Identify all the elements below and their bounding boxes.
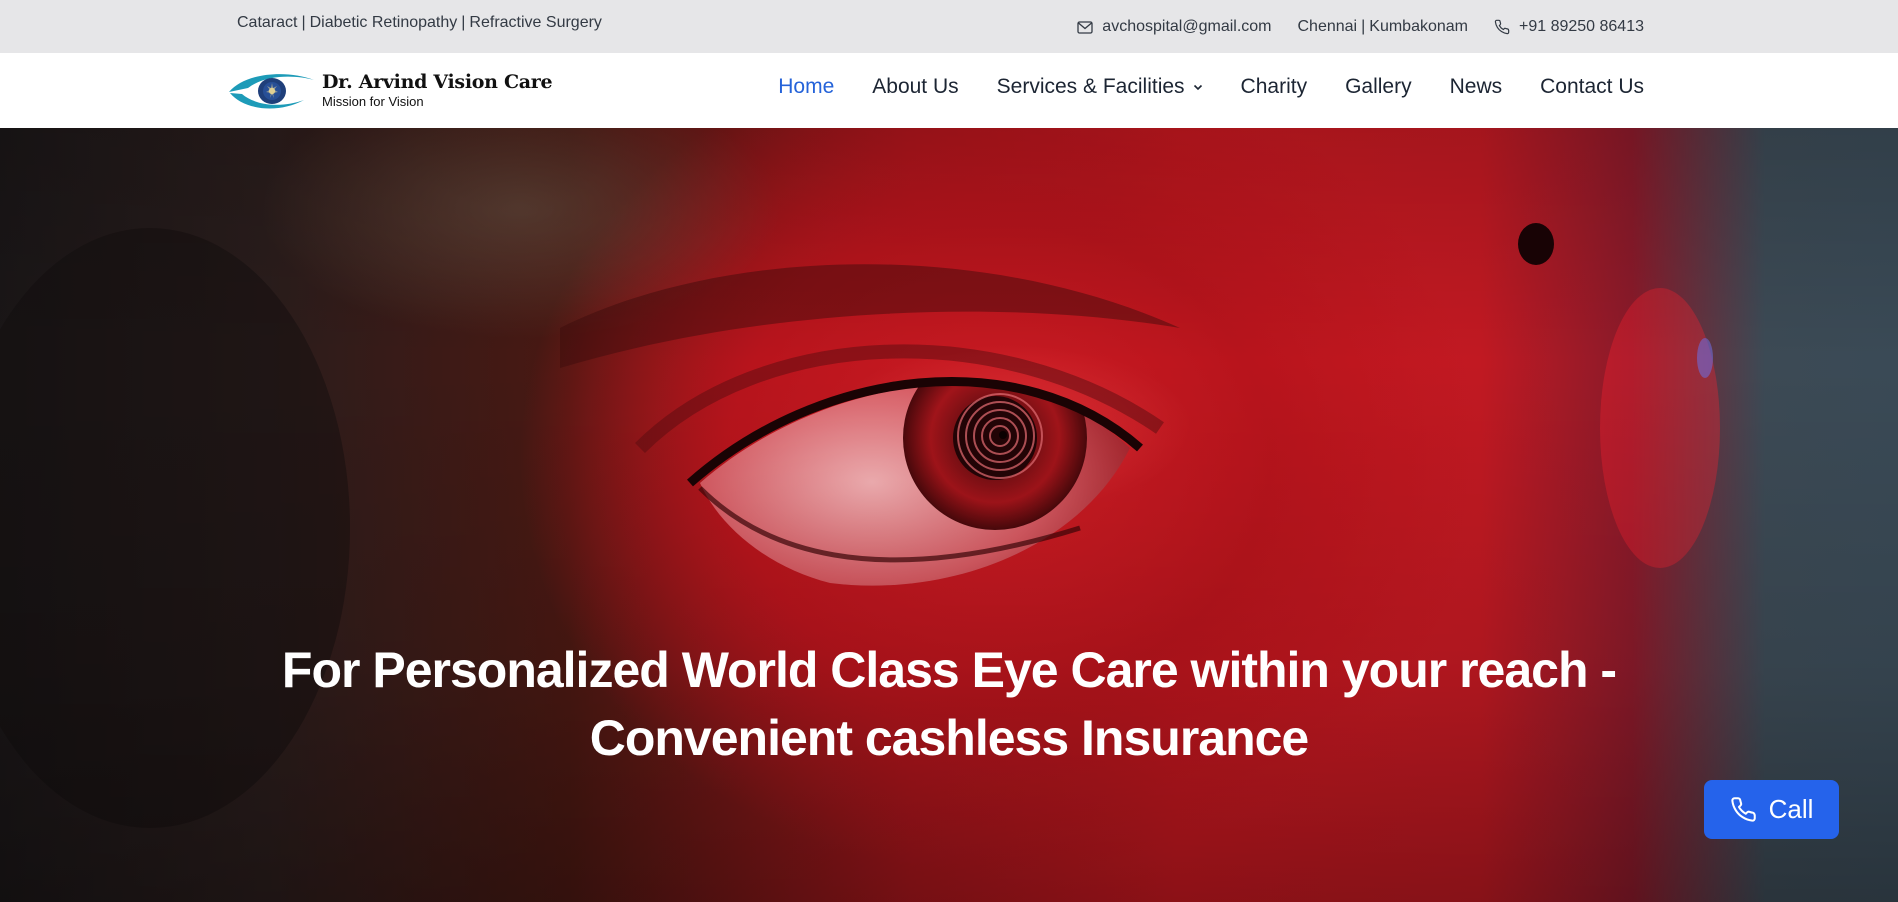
call-button[interactable]: Call bbox=[1704, 780, 1839, 839]
location-chennai: Chennai bbox=[1297, 18, 1358, 35]
nav-about-us[interactable]: About Us bbox=[872, 75, 958, 99]
specialties-list: Cataract | Diabetic Retinopathy | Refractive… bbox=[237, 14, 602, 32]
contact-info: avchospital@gmail.com Chennai | Kumbakonam… bbox=[1077, 18, 1644, 36]
phone-icon bbox=[1730, 797, 1756, 822]
nav-services-facilities[interactable]: Services & Facilities bbox=[997, 75, 1203, 99]
mail-icon bbox=[1077, 20, 1093, 34]
hero-overlay bbox=[0, 128, 1898, 902]
hero-heading-line2: Convenient cashless Insurance bbox=[589, 710, 1310, 766]
logo-tagline: Mission for Vision bbox=[322, 94, 424, 109]
nav-gallery[interactable]: Gallery bbox=[1345, 75, 1412, 99]
site-logo[interactable]: Dr. Arvind Vision Care Mission for Visio… bbox=[226, 66, 553, 114]
email-link[interactable]: avchospital@gmail.com bbox=[1077, 18, 1272, 36]
specialty-cataract: Cataract bbox=[237, 14, 298, 31]
hero-heading: For Personalized World Class Eye Care wi… bbox=[0, 636, 1898, 772]
phone-text: +91 89250 86413 bbox=[1518, 18, 1644, 35]
separator: | bbox=[1361, 18, 1366, 35]
separator: | bbox=[301, 14, 306, 31]
email-text: avchospital@gmail.com bbox=[1102, 18, 1272, 35]
call-button-label: Call bbox=[1768, 794, 1814, 824]
nav-home[interactable]: Home bbox=[778, 75, 834, 99]
specialty-refractive-surgery: Refractive Surgery bbox=[469, 14, 602, 31]
location-kumbakonam: Kumbakonam bbox=[1369, 18, 1468, 35]
separator: | bbox=[461, 14, 466, 31]
top-info-bar: Cataract | Diabetic Retinopathy | Refractive… bbox=[0, 0, 1898, 53]
nav-news[interactable]: News bbox=[1450, 75, 1503, 99]
specialty-diabetic-retinopathy: Diabetic Retinopathy bbox=[309, 14, 458, 31]
main-header: Dr. Arvind Vision Care Mission for Visio… bbox=[0, 53, 1898, 128]
hero-banner: For Personalized World Class Eye Care wi… bbox=[0, 128, 1898, 902]
locations: Chennai | Kumbakonam bbox=[1298, 18, 1468, 36]
phone-link[interactable]: +91 89250 86413 bbox=[1494, 18, 1644, 36]
nav-services-label: Services & Facilities bbox=[996, 75, 1185, 98]
eye-logo-icon bbox=[229, 74, 314, 109]
hero-heading-line1: For Personalized World Class Eye Care wi… bbox=[281, 642, 1617, 698]
nav-charity[interactable]: Charity bbox=[1241, 75, 1308, 99]
chevron-down-icon bbox=[1193, 84, 1202, 90]
nav-contact-us[interactable]: Contact Us bbox=[1540, 75, 1644, 99]
main-nav: Home About Us Services & Facilities Char… bbox=[778, 75, 1644, 99]
phone-icon bbox=[1494, 19, 1510, 35]
logo-title: Dr. Arvind Vision Care bbox=[322, 71, 553, 93]
